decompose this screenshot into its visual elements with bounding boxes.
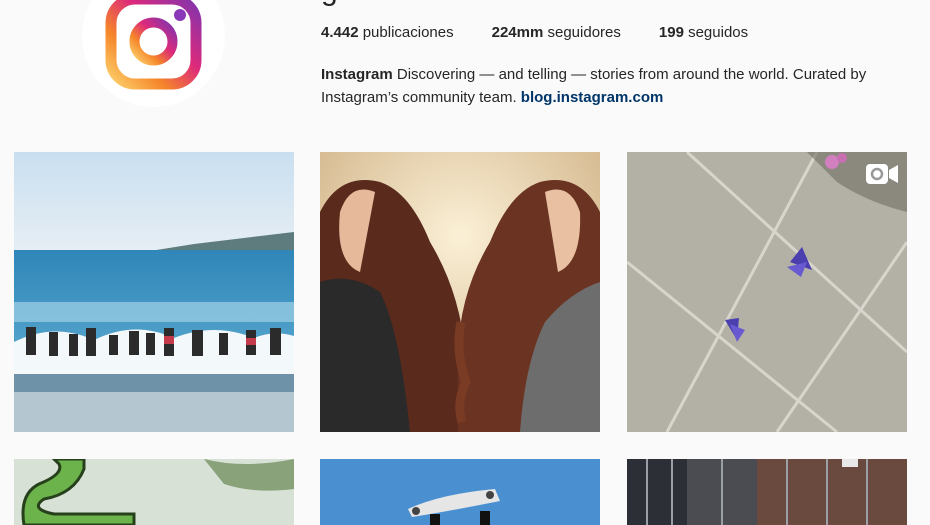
- profile-avatar[interactable]: [82, 0, 225, 107]
- post-thumbnail-beach[interactable]: [14, 152, 294, 432]
- butterflies-on-stone-photo: [627, 152, 907, 432]
- post-thumbnail-building[interactable]: [627, 459, 907, 525]
- skateboard-photo: [320, 459, 600, 525]
- snake-illustration: [14, 459, 294, 525]
- post-thumbnail-snake[interactable]: [14, 459, 294, 525]
- following-stat[interactable]: 199 seguidos: [659, 24, 748, 41]
- profile-stats: 4.442 publicaciones 224mm seguidores 199…: [321, 24, 786, 41]
- following-count: 199: [658, 24, 684, 41]
- building-photo: [627, 459, 907, 525]
- followers-count: 224mm: [491, 24, 544, 41]
- profile-website-link[interactable]: blog.instagram.com: [521, 89, 664, 106]
- profile-bio: Instagram Discovering — and telling — st…: [321, 63, 901, 109]
- posts-label: publicaciones: [362, 24, 454, 41]
- video-camera-icon: [866, 164, 898, 184]
- braided-hair-photo: [320, 152, 600, 432]
- post-thumbnail-butterflies[interactable]: [627, 152, 907, 432]
- following-label: seguidos: [688, 24, 749, 41]
- post-thumbnail-skateboard[interactable]: [320, 459, 600, 525]
- profile-username: g: [321, 0, 338, 8]
- instagram-logo-icon: [105, 0, 202, 90]
- followers-label: seguidores: [547, 24, 621, 41]
- post-thumbnail-braids[interactable]: [320, 152, 600, 432]
- beach-photo: [14, 152, 294, 432]
- profile-full-name: Instagram: [321, 66, 393, 83]
- posts-count-stat: 4.442 publicaciones: [321, 24, 454, 41]
- followers-stat[interactable]: 224mm seguidores: [492, 24, 621, 41]
- posts-count: 4.442: [321, 24, 359, 41]
